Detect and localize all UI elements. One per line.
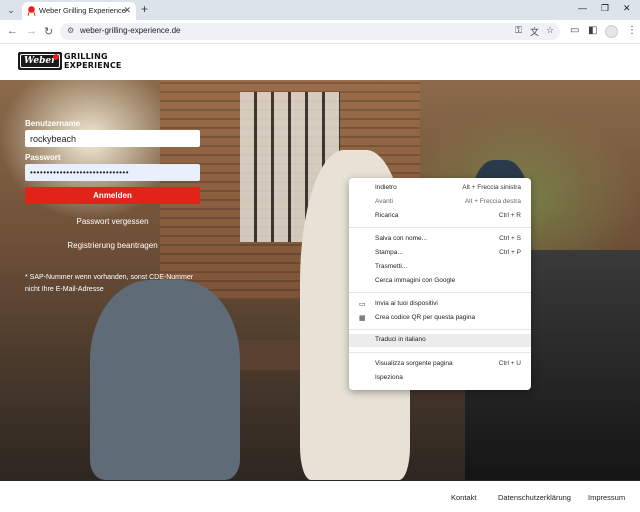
back-icon[interactable]: ← (7, 25, 18, 37)
hint-line-2: nicht Ihre E-Mail-Adresse (25, 286, 104, 293)
new-tab-button[interactable]: + (141, 2, 148, 16)
tab-close-icon[interactable]: ✕ (123, 5, 131, 16)
menu-item-cast[interactable]: Trasmetti... (349, 261, 531, 274)
forward-icon[interactable]: → (26, 25, 37, 37)
login-form: Benutzername rockybeach Passwort •••••••… (25, 119, 201, 296)
menu-kebab-icon[interactable]: ⋮ (627, 25, 637, 36)
menu-separator (349, 329, 531, 330)
url-text[interactable]: weber-grilling-experience.de (80, 26, 181, 35)
username-input[interactable]: rockybeach (25, 130, 200, 147)
menu-separator (349, 352, 531, 353)
person-seated (90, 280, 240, 480)
site-footer: Kontakt Datenschutzerklärung Impressum (0, 481, 640, 512)
logo-title: GRILLING EXPERIENCE (64, 52, 122, 70)
tab-title: Weber Grilling Experience (39, 6, 126, 15)
hero-image: Benutzername rockybeach Passwort •••••••… (0, 80, 640, 481)
menu-item-send-devices[interactable]: ▭ Invia ai tuoi dispositivi (349, 298, 531, 311)
forgot-password-link[interactable]: Passwort vergessen (25, 217, 200, 226)
footer-link-kontakt[interactable]: Kontakt (451, 493, 476, 502)
menu-item-translate[interactable]: Traduci in italiano (349, 334, 531, 347)
profile-avatar[interactable] (605, 25, 618, 38)
register-link[interactable]: Registrierung beantragen (25, 241, 200, 250)
site-header: Weber GRILLING EXPERIENCE (0, 44, 640, 80)
translate-icon[interactable]: 文 (530, 25, 539, 38)
tab-search-icon[interactable]: ⌄ (4, 4, 18, 16)
bookmark-star-icon[interactable]: ☆ (546, 25, 554, 36)
minimize-icon[interactable]: — (578, 3, 587, 13)
qr-code-icon: ▦ (359, 315, 366, 322)
hint-line-1: * SAP-Nummer wenn vorhanden, sonst CDE-N… (25, 274, 194, 281)
tab-weber[interactable]: Weber Grilling Experience ✕ (22, 2, 136, 20)
menu-item-inspect[interactable]: Ispeziona (349, 372, 531, 385)
close-window-icon[interactable]: ✕ (623, 3, 631, 14)
devices-icon: ▭ (359, 301, 366, 308)
restore-icon[interactable]: ❐ (601, 3, 609, 14)
password-label: Passwort (25, 153, 61, 162)
tab-strip: ⌄ Weber Grilling Experience ✕ + — ❐ ✕ (0, 0, 640, 20)
menu-item-qr-code[interactable]: ▦ Crea codice QR per questa pagina (349, 312, 531, 325)
side-panel-icon[interactable]: ◧ (588, 25, 597, 36)
cast-icon[interactable]: ▭ (570, 25, 579, 36)
menu-separator (349, 227, 531, 228)
browser-toolbar: ← → ↻ ⚙ weber-grilling-experience.de ⚿ 文… (0, 20, 640, 44)
login-button[interactable]: Anmelden (25, 187, 200, 204)
site-info-icon[interactable]: ⚙ (67, 26, 74, 35)
password-input[interactable]: •••••••••••••••••••••••••••••• (25, 164, 200, 181)
menu-separator (349, 292, 531, 293)
footer-link-datenschutz[interactable]: Datenschutzerklärung (498, 493, 571, 502)
menu-item-print[interactable]: Stampa... Ctrl + P (349, 247, 531, 260)
context-menu: Indietro Alt + Freccia sinistra Avanti A… (349, 178, 531, 390)
reload-icon[interactable]: ↻ (44, 25, 53, 38)
password-key-icon[interactable]: ⚿ (515, 25, 522, 36)
menu-item-reload[interactable]: Ricarica Ctrl + R (349, 210, 531, 223)
kettle-icon (53, 54, 59, 60)
menu-item-view-source[interactable]: Visualizza sorgente pagina Ctrl + U (349, 358, 531, 371)
menu-item-search-images[interactable]: Cerca immagini con Google (349, 275, 531, 288)
weber-favicon-icon (27, 6, 36, 16)
address-bar[interactable]: ⚙ weber-grilling-experience.de ⚿ 文 ☆ (60, 23, 560, 40)
username-label: Benutzername (25, 119, 81, 128)
weber-logo[interactable]: Weber (18, 52, 62, 70)
menu-item-forward[interactable]: Avanti Alt + Freccia destra (349, 196, 531, 209)
footer-link-impressum[interactable]: Impressum (588, 493, 625, 502)
menu-item-save-as[interactable]: Salva con nome... Ctrl + S (349, 233, 531, 246)
menu-item-back[interactable]: Indietro Alt + Freccia sinistra (349, 182, 531, 195)
